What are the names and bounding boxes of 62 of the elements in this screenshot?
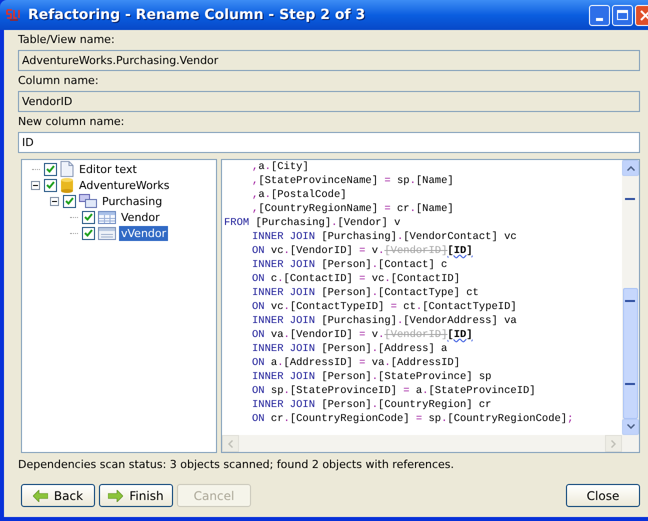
code-line: ,[StateProvinceName] = sp.[Name] <box>252 174 454 188</box>
code-line: ON a.[AddressID] = va.[AddressID] <box>252 356 460 370</box>
code-line: INNER JOIN [Person].[Address] a <box>252 342 448 356</box>
tree-item[interactable]: vVendor <box>119 226 168 240</box>
code-line: INNER JOIN [Person].[ContactType] ct <box>252 286 479 300</box>
back-button[interactable]: Back <box>21 484 95 507</box>
scroll-down-button[interactable] <box>622 418 639 436</box>
finish-button[interactable]: Finish <box>99 484 173 507</box>
marker-icon <box>625 383 635 385</box>
chevron-right-icon <box>611 440 616 448</box>
checkbox[interactable] <box>44 162 57 176</box>
table-icon <box>98 210 116 224</box>
arrow-right-icon <box>108 490 124 502</box>
close-icon <box>640 10 648 20</box>
collapse-toggle[interactable] <box>31 180 40 190</box>
code-line: INNER JOIN [Purchasing].[VendorAddress] va <box>252 314 517 328</box>
view-icon <box>98 226 116 240</box>
maximize-button[interactable] <box>612 4 633 26</box>
code-line: ,[CountryRegionName] = cr.[Name] <box>252 202 454 216</box>
marker-icon <box>625 300 635 302</box>
chevron-left-icon <box>228 440 233 448</box>
tree-item[interactable]: Vendor <box>119 210 162 224</box>
app-logo-icon <box>6 8 22 22</box>
code-line: ON c.[ContactID] = vc.[ContactID] <box>252 272 460 286</box>
code-line: ON vc.[ContactTypeID] = ct.[ContactTypeID] <box>252 300 517 314</box>
tree-item[interactable]: AdventureWorks <box>77 178 172 192</box>
minimize-button[interactable] <box>589 4 610 26</box>
arrow-left-icon <box>32 490 48 502</box>
code-line: INNER JOIN [Person].[Contact] c <box>252 258 448 272</box>
status-text: Dependencies scan status: 3 objects scanned; found 2 objects with references. <box>18 458 456 472</box>
code-line: ,a.[City] <box>252 160 309 174</box>
text-field[interactable]: ID <box>18 132 640 153</box>
collapse-toggle[interactable] <box>50 196 59 206</box>
checkbox[interactable] <box>63 194 76 208</box>
tables-icon <box>79 194 97 208</box>
code-line: ON cr.[CountryRegionCode] = sp.[CountryRegionCode]; <box>252 412 574 426</box>
tree-item[interactable]: Editor text <box>77 162 139 176</box>
scroll-up-button[interactable] <box>622 160 639 176</box>
code-line: FROM [Purchasing].[Vendor] v <box>224 216 400 230</box>
code-line: ON va.[VendorID] = v.[VendorID][ID] <box>252 328 473 342</box>
code-line: INNER JOIN [Person].[CountryRegion] cr <box>252 398 492 412</box>
vertical-scrollbar[interactable] <box>622 160 639 435</box>
field-label: Table/View name: <box>18 32 116 48</box>
tree-item[interactable]: Purchasing <box>100 194 164 208</box>
field-label: New column name: <box>18 114 126 130</box>
database-icon <box>60 177 74 193</box>
checkbox[interactable] <box>82 210 95 224</box>
checkbox[interactable] <box>44 178 57 192</box>
window-title: Refactoring - Rename Column - Step 2 of 3 <box>28 6 366 24</box>
check-icon <box>65 197 74 205</box>
code-line: ,a.[PostalCode] <box>252 188 347 202</box>
code-line: INNER JOIN [Purchasing].[VendorContact] vc <box>252 230 517 244</box>
checkbox[interactable] <box>82 226 95 240</box>
code-line: ON vc.[VendorID] = v.[VendorID][ID] <box>252 244 473 258</box>
code-line: ON sp.[StateProvinceID] = a.[StateProvinceID] <box>252 384 536 398</box>
marker-icon <box>625 198 635 200</box>
field-label: Column name: <box>18 73 100 89</box>
chevron-up-icon <box>626 166 634 171</box>
chevron-down-icon <box>626 424 634 430</box>
scroll-thumb[interactable] <box>623 288 638 419</box>
code-line: INNER JOIN [Person].[StateProvince] sp <box>252 370 492 384</box>
close-button[interactable]: Close <box>566 484 640 507</box>
